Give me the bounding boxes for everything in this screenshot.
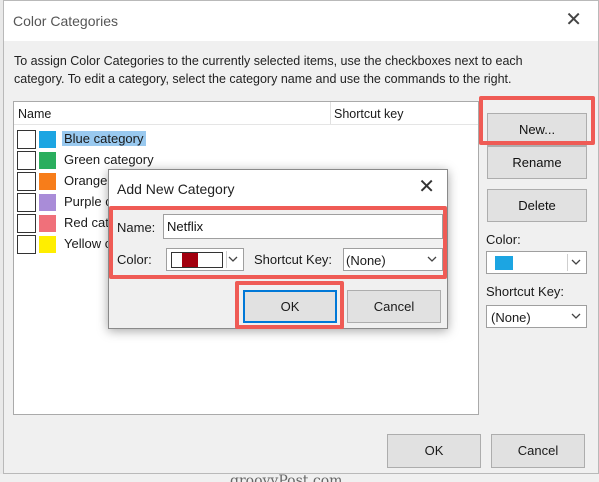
modal-ok-button[interactable]: OK — [243, 290, 337, 323]
close-icon[interactable]: ✕ — [418, 177, 435, 197]
category-checkbox[interactable] — [17, 193, 36, 212]
chevron-down-icon — [228, 256, 238, 262]
category-checkbox[interactable] — [17, 151, 36, 170]
category-color-swatch — [39, 131, 56, 148]
dialog-title: Color Categories — [13, 13, 119, 29]
chevron-down-icon — [571, 313, 581, 319]
category-label: Purple c — [64, 194, 112, 209]
dropdown-separator — [226, 251, 227, 268]
modal-color-swatch — [182, 253, 198, 267]
modal-title: Add New Category — [117, 181, 235, 197]
category-label: Blue category — [62, 131, 146, 146]
category-label: Red cat — [64, 215, 109, 230]
category-label: Orange — [64, 173, 108, 188]
color-dropdown-swatch — [495, 256, 513, 270]
modal-color-label: Color: — [117, 252, 152, 267]
chevron-down-icon — [427, 256, 437, 262]
shortcut-key-dropdown[interactable]: (None) — [486, 305, 587, 328]
column-header-shortcut[interactable]: Shortcut key — [334, 107, 403, 121]
modal-shortcut-key-dropdown[interactable]: (None) — [343, 248, 443, 271]
watermark: groovyPost.com — [230, 473, 343, 482]
name-input[interactable] — [163, 214, 443, 239]
cancel-button[interactable]: Cancel — [491, 434, 585, 468]
category-color-swatch — [39, 152, 56, 169]
title-bar: Color Categories ✕ — [4, 1, 598, 41]
rename-button[interactable]: Rename — [487, 146, 587, 179]
color-swatch-frame — [171, 252, 223, 268]
modal-color-dropdown[interactable] — [166, 248, 244, 271]
color-dropdown[interactable] — [486, 251, 587, 274]
add-new-category-dialog: Add New Category ✕ Name: Color: Shortcut… — [108, 169, 448, 329]
new-category-button[interactable]: New... — [487, 113, 587, 146]
chevron-down-icon — [571, 259, 581, 265]
ok-button[interactable]: OK — [387, 434, 481, 468]
shortcut-key-label: Shortcut Key: — [486, 284, 565, 299]
name-label: Name: — [117, 220, 156, 235]
modal-shortcut-key-value: (None) — [346, 253, 386, 268]
dropdown-separator — [567, 254, 568, 271]
category-checkbox[interactable] — [17, 172, 36, 191]
column-header-name[interactable]: Name — [18, 107, 51, 121]
category-color-swatch — [39, 236, 56, 253]
list-header: Name Shortcut key — [14, 102, 478, 125]
instructions-text: To assign Color Categories to the curren… — [14, 54, 523, 86]
delete-button[interactable]: Delete — [487, 189, 587, 222]
category-checkbox[interactable] — [17, 235, 36, 254]
category-label: Yellow c — [64, 236, 112, 251]
list-item[interactable]: Green category — [17, 150, 477, 170]
category-color-swatch — [39, 194, 56, 211]
category-color-swatch — [39, 173, 56, 190]
category-color-swatch — [39, 215, 56, 232]
close-icon[interactable]: ✕ — [565, 10, 582, 30]
color-label: Color: — [486, 232, 521, 247]
category-checkbox[interactable] — [17, 130, 36, 149]
column-separator — [330, 102, 331, 124]
shortcut-key-value: (None) — [491, 310, 531, 325]
category-checkbox[interactable] — [17, 214, 36, 233]
color-categories-dialog: Color Categories ✕ To assign Color Categ… — [3, 0, 599, 482]
modal-title-bar: Add New Category ✕ — [109, 170, 447, 206]
category-label: Green category — [64, 152, 154, 167]
modal-shortcut-key-label: Shortcut Key: — [254, 252, 333, 267]
list-item[interactable]: Blue category — [17, 129, 477, 149]
modal-cancel-button[interactable]: Cancel — [347, 290, 441, 323]
